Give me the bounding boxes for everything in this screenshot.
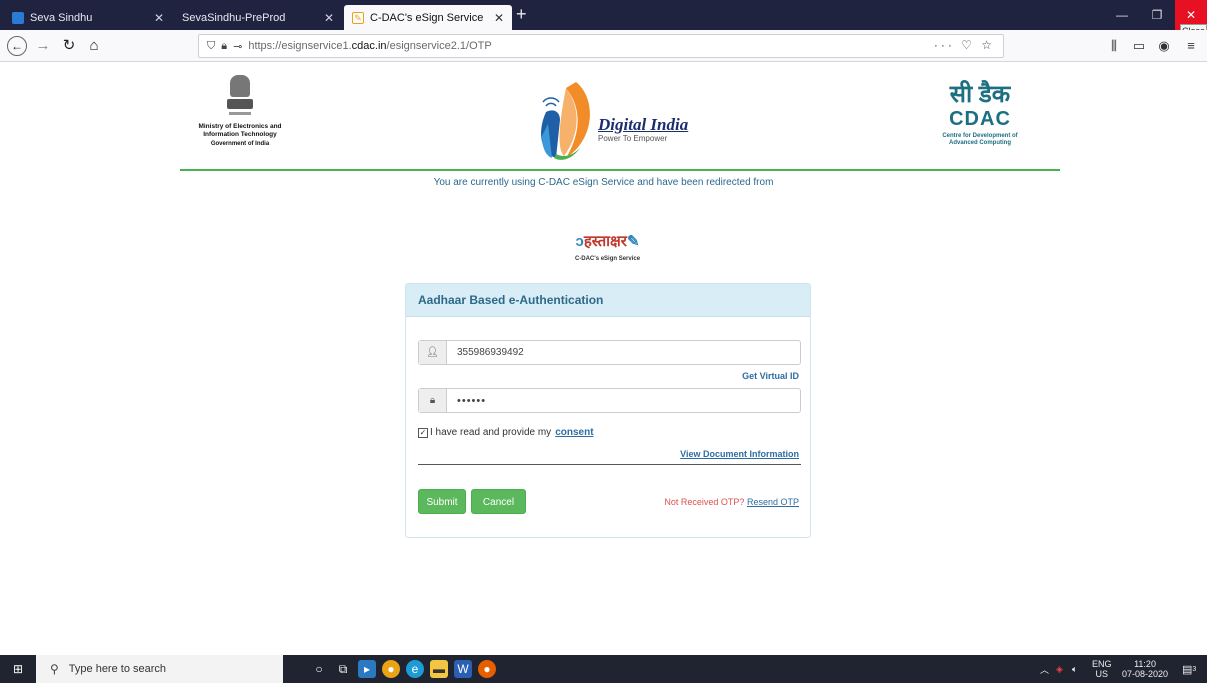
user-icon: 👤︎ <box>419 341 447 364</box>
tab-seva-sindhu[interactable]: Seva Sindhu ✕ <box>4 5 172 30</box>
panel-divider <box>418 464 801 465</box>
shield-icon[interactable]: ⛉ <box>207 40 215 53</box>
tab-title: Seva Sindhu <box>30 11 93 24</box>
search-icon: ⚲ <box>50 662 59 676</box>
clock-date: 07-08-2020 <box>1122 669 1169 679</box>
close-tab-icon[interactable]: ✕ <box>494 11 504 25</box>
digital-india-logo-icon <box>541 82 590 160</box>
firefox-icon[interactable]: ● <box>478 660 496 678</box>
windows-start-icon[interactable]: ⊞ <box>0 655 36 683</box>
digital-india-tagline: Power To Empower <box>598 134 668 143</box>
pen-check-icon: ✎ <box>626 233 640 250</box>
tab-sevasindhu-preprod[interactable]: SevaSindhu-PreProd ✕ <box>174 5 342 30</box>
consent-checkbox[interactable]: ✓ <box>418 427 428 438</box>
network-icon[interactable]: ◈ <box>1056 655 1063 683</box>
back-arrow-icon[interactable]: ← <box>7 36 27 56</box>
app-icon[interactable]: ▸ <box>358 660 376 678</box>
resend-otp-link[interactable]: Resend OTP <box>747 497 799 507</box>
url-domain: cdac.in <box>351 40 387 52</box>
aadhaar-field[interactable]: 👤︎ 355986939492 <box>418 340 801 365</box>
menu-icon[interactable]: ≡ <box>1181 36 1201 56</box>
word-icon[interactable]: W <box>454 660 472 678</box>
lock-icon[interactable]: 🔒︎ <box>221 40 227 53</box>
volume-icon[interactable]: 🔈︎ <box>1072 655 1077 683</box>
cdac-logo: सी डैक CDAC Centre for Development of Ad… <box>925 82 1035 147</box>
seva-sindhu-favicon-icon <box>12 11 24 24</box>
forward-arrow-icon[interactable]: → <box>33 36 53 56</box>
hastakshar-title: हस्ताक्षर <box>583 233 627 250</box>
account-icon[interactable]: ◉ <box>1154 36 1174 56</box>
tab-title: C-DAC's eSign Service <box>370 11 484 24</box>
close-tab-icon[interactable]: ✕ <box>324 11 334 25</box>
language-code: ENG <box>1092 659 1112 669</box>
ministry-name-line1: Ministry of Electronics and <box>198 123 282 130</box>
browser-nav-bar: ← → ↻ ⌂ ⛉ 🔒︎ ⊸ https://esignservice1. cda… <box>0 30 1207 62</box>
lock-icon: 🔒︎ <box>419 389 447 412</box>
region-code: US <box>1095 669 1109 679</box>
cancel-button[interactable]: Cancel <box>471 489 526 514</box>
close-tab-icon[interactable]: ✕ <box>154 11 164 25</box>
cortana-icon[interactable]: ○ <box>310 660 328 678</box>
taskbar-search[interactable]: ⚲ Type here to search <box>36 655 283 683</box>
hastakshar-subtitle: C-DAC's eSign Service <box>574 256 641 262</box>
edge-icon[interactable]: e <box>406 660 424 678</box>
consent-text: I have read and provide my <box>430 427 552 438</box>
sidebar-icon[interactable]: ▭ <box>1129 36 1149 56</box>
language-indicator[interactable]: ENG US <box>1092 655 1112 683</box>
otp-value: •••••• <box>457 394 487 407</box>
url-prefix: https://esignservice1. <box>248 40 352 52</box>
notification-count: 3 <box>1192 665 1197 673</box>
home-icon[interactable]: ⌂ <box>84 36 104 56</box>
notification-center-icon[interactable]: ▤ 3 <box>1182 655 1196 683</box>
tab-title: SevaSindhu-PreProd <box>182 11 286 24</box>
page-actions-icon[interactable]: ··· ♡ ☆ <box>934 38 995 52</box>
task-view-icon[interactable]: ⧉ <box>334 660 352 678</box>
new-tab-icon[interactable]: + <box>516 4 527 24</box>
esign-swirl-icon: ↄ <box>575 233 584 250</box>
url-path: /esignservice2.1/OTP <box>386 40 492 52</box>
consent-link[interactable]: consent <box>555 427 593 438</box>
auth-panel: Aadhaar Based e-Authentication 👤︎ 355986… <box>405 283 811 538</box>
government-of-india: Government of India <box>210 141 270 147</box>
header-divider <box>180 169 1060 171</box>
consent-row: ✓ I have read and provide my consent <box>418 427 594 438</box>
cdac-brand: CDAC <box>949 108 1011 130</box>
ministry-name-line2: Information Technology <box>203 131 277 138</box>
cdac-sub-line1: Centre for Development of <box>942 133 1018 139</box>
key-icon: ⊸ <box>233 40 243 53</box>
national-emblem-icon <box>225 75 255 119</box>
view-document-link[interactable]: View Document Information <box>680 449 799 459</box>
chrome-icon[interactable]: ● <box>382 660 400 678</box>
not-received-text: Not Received OTP? <box>664 497 745 507</box>
minimize-window-icon[interactable]: — <box>1105 0 1139 30</box>
browser-tab-strip: Seva Sindhu ✕ SevaSindhu-PreProd ✕ ✎ C-D… <box>0 0 1207 30</box>
cdac-hindi-name: सी डैक <box>949 81 1011 108</box>
hastakshar-logo: ↄहस्ताक्षर✎ C-DAC's eSign Service <box>545 232 670 277</box>
panel-title: Aadhaar Based e-Authentication <box>406 284 810 317</box>
library-icon[interactable]: ⫼ <box>1104 36 1124 56</box>
cdac-sub-line2: Advanced Computing <box>948 140 1011 146</box>
clock-time: 11:20 <box>1134 659 1156 669</box>
aadhaar-value: 355986939492 <box>457 347 524 358</box>
clock[interactable]: 11:20 07-08-2020 <box>1122 655 1168 683</box>
redirect-notice: You are currently using C-DAC eSign Serv… <box>433 177 774 188</box>
ministry-logo: Ministry of Electronics and Information … <box>185 75 295 147</box>
file-explorer-icon[interactable]: ▬ <box>430 660 448 678</box>
taskbar: ⊞ ⚲ Type here to search ○ ⧉ ▸ ● e ▬ W ● … <box>0 655 1207 683</box>
search-placeholder: Type here to search <box>68 663 167 675</box>
otp-resend-row: Not Received OTP? Resend OTP <box>664 497 799 507</box>
url-bar[interactable]: ⛉ 🔒︎ ⊸ https://esignservice1. cdac.in/esi… <box>198 34 1004 58</box>
reload-icon[interactable]: ↻ <box>59 36 79 56</box>
esign-favicon-icon: ✎ <box>352 11 364 24</box>
restore-window-icon[interactable]: ❐ <box>1140 0 1174 30</box>
tray-chevron-icon[interactable]: ︿ <box>1040 655 1049 683</box>
submit-button[interactable]: Submit <box>418 489 466 514</box>
get-virtual-id-link[interactable]: Get Virtual ID <box>742 371 799 381</box>
otp-field[interactable]: 🔒︎ •••••• <box>418 388 801 413</box>
digital-india-title: Digital India <box>598 115 689 134</box>
tab-cdac-esign[interactable]: ✎ C-DAC's eSign Service ✕ <box>344 5 512 30</box>
